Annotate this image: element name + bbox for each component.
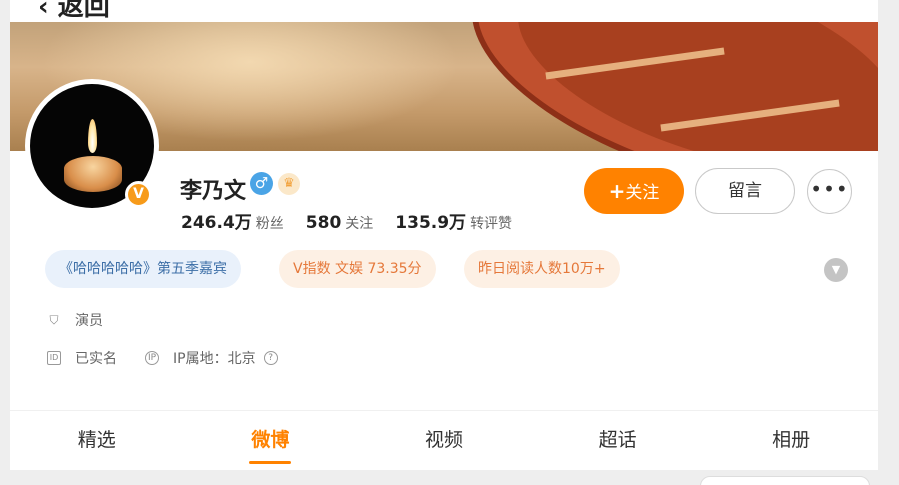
tab-featured[interactable]: 精选	[10, 411, 184, 470]
tab-album[interactable]: 相册	[704, 411, 878, 470]
chevron-down-icon[interactable]: ▼	[824, 258, 848, 282]
back-button[interactable]: ‹ 返回	[38, 0, 110, 23]
guest-tag[interactable]: 《哈哈哈哈哈》第五季嘉宾	[45, 250, 241, 288]
tab-weibo[interactable]: 微博	[184, 411, 358, 470]
profile-name: 李乃文	[180, 179, 247, 204]
follow-label: 关注	[625, 183, 660, 203]
engagement-label: 转评赞	[470, 216, 513, 232]
message-button[interactable]: 留言	[695, 168, 795, 214]
more-options-button[interactable]: •••	[807, 169, 852, 214]
following-label[interactable]: 关注	[345, 213, 373, 233]
flame-icon	[88, 119, 97, 153]
male-icon: ♂	[250, 172, 273, 195]
followers-count[interactable]: 246.4万	[181, 208, 252, 233]
profile-tabs: 精选 微博 视频 超话 相册	[10, 411, 878, 470]
candle-icon	[64, 156, 122, 192]
occupation-text: 演员	[75, 313, 103, 329]
id-card-icon: ID	[47, 351, 61, 365]
tab-video[interactable]: 视频	[357, 411, 531, 470]
top-bar: ‹ 返回	[10, 0, 878, 22]
profile-stats: 246.4万 粉丝 580 关注 135.9万 转评赞	[181, 208, 534, 233]
crown-icon[interactable]: ♛	[278, 173, 300, 195]
shield-icon: ⛉	[49, 313, 59, 327]
following-count[interactable]: 580	[306, 213, 342, 233]
verified-name-text: 已实名	[75, 351, 117, 367]
ip-icon: IP	[145, 351, 159, 365]
profile-card: 李乃文 ♂ ♛ 246.4万 粉丝 580 关注 135.9万 转评赞 +关注 …	[10, 22, 878, 470]
verified-badge: V	[125, 181, 152, 208]
plus-icon: +	[608, 179, 626, 203]
readers-tag[interactable]: 昨日阅读人数10万+	[464, 250, 620, 288]
engagement-count: 135.9万	[395, 213, 467, 233]
ip-location-text: IP属地：北京	[173, 351, 256, 367]
identity-row: ID 已实名 IP IP属地：北京 ?	[47, 348, 278, 368]
help-icon[interactable]: ?	[263, 351, 278, 365]
follow-button[interactable]: +关注	[584, 168, 684, 214]
occupation-row: ⛉ 演员	[47, 310, 103, 330]
bottom-pill	[700, 476, 870, 485]
tab-super-topic[interactable]: 超话	[531, 411, 705, 470]
followers-label[interactable]: 粉丝	[256, 213, 284, 233]
v-index-tag[interactable]: V指数 文娱 73.35分	[279, 250, 436, 288]
